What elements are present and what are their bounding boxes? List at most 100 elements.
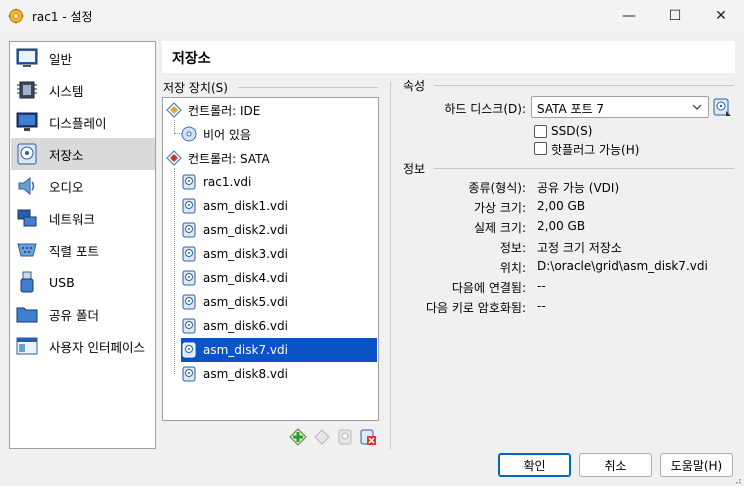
device-label: asm_disk2.vdi — [203, 223, 288, 237]
hard-disk-icon — [182, 270, 196, 286]
hard-disk-icon — [182, 246, 196, 262]
device-label: asm_disk8.vdi — [203, 367, 288, 381]
ssd-checkbox-label: SSD(S) — [551, 124, 593, 138]
sidebar-item-label: 사용자 인터페이스 — [49, 339, 145, 355]
hard-disk-icon — [182, 174, 196, 190]
tree-device[interactable]: 비어 있음 — [181, 122, 377, 146]
hotplug-checkbox-label: 핫플러그 가능(H) — [551, 143, 640, 157]
info-row-label: 종류(형식): — [468, 181, 526, 195]
section-divider — [238, 87, 378, 88]
disk-options-icon — [338, 429, 352, 445]
info-row-label: 실제 크기: — [473, 221, 526, 235]
sidebar-item-label: 저장소 — [49, 147, 84, 163]
information-label: 정보 — [403, 162, 426, 176]
hard-disk-select-value: SATA 포트 7 — [537, 102, 605, 116]
sidebar-item-label: 디스플레이 — [49, 115, 107, 131]
minimize-icon: — — [622, 8, 636, 24]
ide-controller-icon — [166, 102, 182, 118]
ok-button[interactable]: 확인 — [498, 453, 571, 477]
maximize-icon: ☐ — [668, 8, 682, 24]
disk-icon — [17, 143, 37, 165]
help-button[interactable]: 도움말(H) — [660, 453, 733, 477]
info-row-label: 가상 크기: — [473, 201, 526, 215]
title-bar: rac1 - 설정 — ☐ ✕ — [0, 0, 744, 32]
controller-label: 컨트롤러: IDE — [188, 103, 261, 118]
page-header: 저장소 — [162, 41, 735, 73]
sidebar-item-label: 일반 — [49, 51, 73, 67]
sidebar-item-usb[interactable]: USB — [11, 266, 155, 298]
info-row-label: 다음에 연결됨: — [451, 281, 526, 295]
virtualbox-gear-icon — [8, 8, 24, 24]
sidebar-item-serial-port[interactable]: 직렬 포트 — [11, 234, 155, 266]
device-label: asm_disk4.vdi — [203, 271, 288, 285]
device-label: asm_disk7.vdi — [203, 343, 288, 357]
remove-attachment-icon[interactable] — [359, 428, 377, 446]
controller-label: 컨트롤러: SATA — [188, 151, 270, 166]
sidebar-item-audio[interactable]: 오디오 — [11, 170, 155, 202]
sidebar-item-display[interactable]: 디스플레이 — [11, 106, 155, 138]
sidebar-item-network[interactable]: 네트워크 — [11, 202, 155, 234]
info-row-label: 다음 키로 암호화됨: — [426, 301, 526, 315]
page-title: 저장소 — [172, 51, 211, 67]
tree-device[interactable]: asm_disk8.vdi — [181, 362, 377, 386]
sidebar-item-label: 오디오 — [49, 179, 84, 195]
tree-controller-sata[interactable]: 컨트롤러: SATA — [166, 146, 377, 170]
settings-sidebar: 일반 시스템 디스플레이 저장소 오디오 네트워크 직렬 포트 USB 공유 폴… — [9, 41, 156, 449]
chevron-down-icon — [692, 104, 702, 110]
serial-port-icon — [17, 243, 37, 257]
sidebar-item-label: 시스템 — [49, 83, 84, 99]
resize-grip-icon[interactable] — [733, 476, 741, 484]
hard-disk-icon — [182, 366, 196, 382]
info-row-value: 고정 크기 저장소 — [537, 241, 622, 255]
info-row-value: -- — [537, 299, 546, 313]
sidebar-item-storage[interactable]: 저장소 — [11, 138, 155, 170]
ssd-checkbox[interactable] — [534, 125, 547, 138]
optical-disc-icon — [181, 126, 197, 142]
sidebar-item-label: USB — [49, 274, 75, 290]
close-icon: ✕ — [715, 8, 727, 24]
network-icon — [17, 209, 37, 227]
device-label: asm_disk5.vdi — [203, 295, 288, 309]
window-title: rac1 - 설정 — [32, 10, 93, 24]
sidebar-item-shared-folders[interactable]: 공유 폴더 — [11, 298, 155, 330]
sidebar-item-general[interactable]: 일반 — [11, 42, 155, 74]
ui-icon — [16, 337, 38, 355]
tree-device-selected[interactable]: asm_disk7.vdi — [181, 338, 377, 362]
maximize-button[interactable]: ☐ — [652, 0, 698, 32]
section-divider — [434, 168, 734, 169]
info-row-value: D:\oracle\grid\asm_disk7.vdi — [537, 259, 708, 273]
hard-disk-select[interactable]: SATA 포트 7 — [531, 96, 709, 118]
add-controller-icon[interactable] — [289, 428, 307, 446]
tree-device[interactable]: asm_disk6.vdi — [181, 314, 377, 338]
sidebar-item-user-interface[interactable]: 사용자 인터페이스 — [11, 330, 155, 362]
info-row-label: 정보: — [499, 241, 526, 255]
sidebar-item-system[interactable]: 시스템 — [11, 74, 155, 106]
device-label: asm_disk6.vdi — [203, 319, 288, 333]
sidebar-item-label: 공유 폴더 — [49, 307, 99, 323]
info-row-value: 공유 가능 (VDI) — [537, 181, 620, 195]
add-attachment-icon — [314, 429, 330, 445]
device-label: rac1.vdi — [203, 175, 252, 189]
hard-disk-icon — [182, 318, 196, 334]
sidebar-item-label: 네트워크 — [49, 211, 96, 227]
hard-disk-label: 하드 디스크(D): — [444, 102, 526, 116]
device-label: 비어 있음 — [203, 127, 251, 142]
minimize-button[interactable]: — — [606, 0, 652, 32]
close-button[interactable]: ✕ — [698, 0, 744, 32]
info-row-value: 2,00 GB — [537, 219, 586, 233]
speaker-icon — [18, 176, 35, 196]
device-label: asm_disk1.vdi — [203, 199, 288, 213]
hotplug-checkbox[interactable] — [534, 142, 547, 155]
sata-controller-icon — [166, 150, 182, 166]
attributes-label: 속성 — [403, 79, 426, 93]
hard-disk-icon — [182, 198, 196, 214]
cancel-button[interactable]: 취소 — [579, 453, 652, 477]
section-divider — [434, 85, 734, 86]
general-icon — [16, 48, 38, 67]
info-row-value: -- — [537, 279, 546, 293]
tree-line — [174, 168, 175, 374]
device-label: asm_disk3.vdi — [203, 247, 288, 261]
chip-icon — [17, 81, 37, 99]
choose-disk-icon[interactable] — [712, 97, 732, 117]
monitor-icon — [16, 112, 38, 131]
